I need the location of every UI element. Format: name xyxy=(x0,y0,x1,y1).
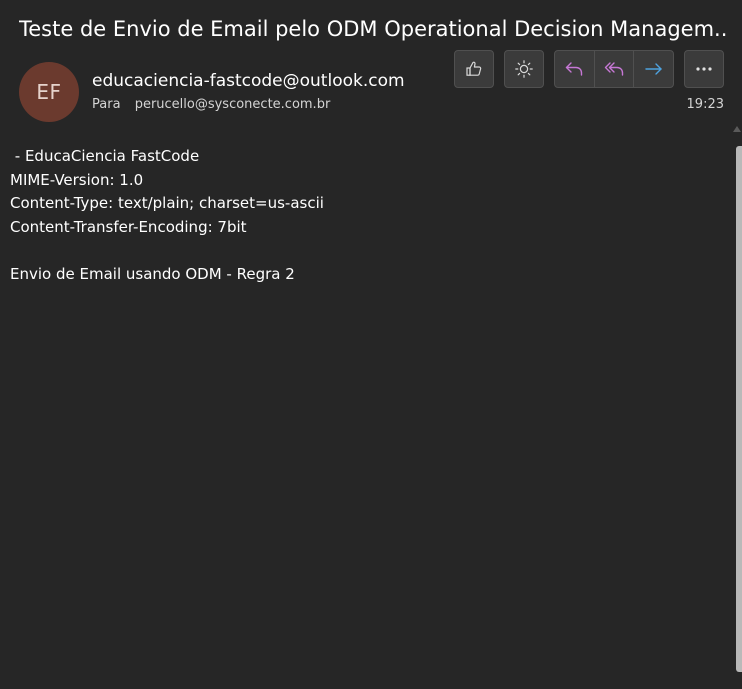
reading-pane: Teste de Envio de Email pelo ODM Operati… xyxy=(0,0,742,689)
scrollbar-thumb[interactable] xyxy=(736,146,742,672)
thumbs-up-icon xyxy=(466,61,482,76)
to-label: Para xyxy=(92,97,121,112)
forward-icon xyxy=(644,63,662,75)
body-line: Content-Type: text/plain; charset=us-asc… xyxy=(10,194,324,212)
reply-button[interactable] xyxy=(555,51,594,87)
body-line: Envio de Email usando ODM - Regra 2 xyxy=(10,264,295,283)
more-actions-button[interactable] xyxy=(684,50,724,88)
scroll-up-arrow-icon[interactable] xyxy=(733,126,741,132)
more-horizontal-icon xyxy=(696,67,712,71)
message-body: - EducaCiencia FastCode MIME-Version: 1.… xyxy=(10,145,710,286)
reply-button-group xyxy=(554,50,674,88)
message-subject: Teste de Envio de Email pelo ODM Operati… xyxy=(19,17,729,41)
body-line: - EducaCiencia FastCode xyxy=(10,147,200,165)
reply-all-icon xyxy=(604,62,624,76)
reply-all-button[interactable] xyxy=(593,51,634,87)
reply-icon xyxy=(566,62,583,76)
body-line: MIME-Version: 1.0 xyxy=(10,170,144,189)
immersive-reader-button[interactable] xyxy=(504,50,544,88)
sun-icon xyxy=(515,60,533,78)
forward-button[interactable] xyxy=(633,51,673,87)
received-time: 19:23 xyxy=(686,97,724,112)
body-line: Content-Transfer-Encoding: 7bit xyxy=(10,217,247,236)
body-line xyxy=(10,239,710,263)
recipient-address[interactable]: perucello@sysconecte.com.br xyxy=(135,97,331,112)
avatar-initials: EF xyxy=(36,80,62,104)
recipient-row: Para perucello@sysconecte.com.br xyxy=(92,95,330,115)
sender-avatar[interactable]: EF xyxy=(19,62,79,122)
like-button[interactable] xyxy=(454,50,494,88)
sender-address[interactable]: educaciencia-fastcode@outlook.com xyxy=(92,69,405,93)
